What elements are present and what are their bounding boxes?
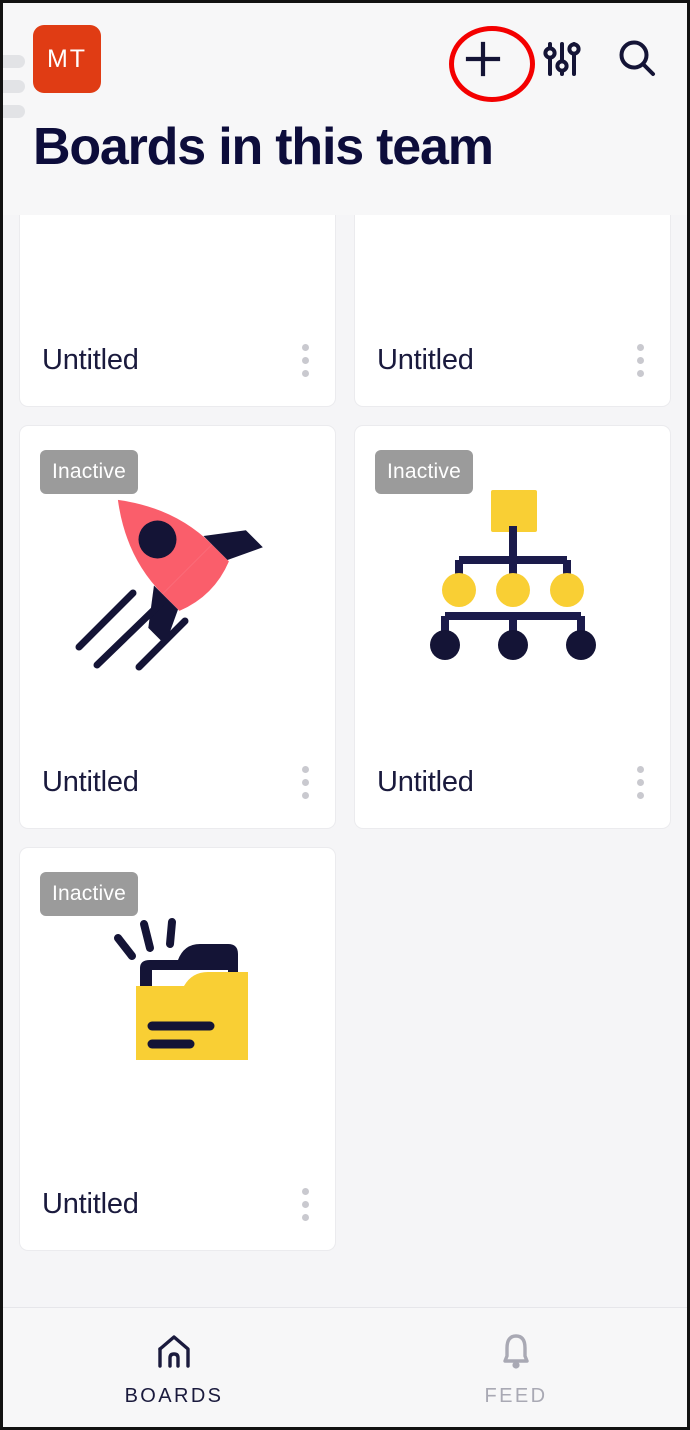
header-top-row: MT (21, 3, 669, 115)
nav-label-feed: FEED (484, 1384, 548, 1407)
folder-illustration (20, 848, 335, 1158)
add-board-button[interactable] (449, 26, 535, 102)
board-title: Untitled (42, 343, 139, 376)
board-title: Untitled (42, 765, 139, 798)
boards-grid-scroll[interactable]: Untitled Untitled Inactive Untitled Inac… (3, 215, 687, 1307)
board-card[interactable]: Inactive Untitled (19, 425, 336, 829)
boards-grid: Untitled Untitled Inactive Untitled Inac… (19, 215, 671, 1251)
board-card[interactable]: Inactive Untitled (19, 847, 336, 1251)
board-card-footer: Untitled (20, 736, 335, 828)
kebab-menu-icon[interactable] (298, 760, 313, 805)
rocket-illustration (20, 426, 335, 736)
board-card[interactable]: Untitled (19, 215, 336, 407)
board-thumbnail: Inactive (20, 426, 335, 736)
page-title: Boards in this team (33, 118, 494, 176)
board-title: Untitled (377, 343, 474, 376)
header-actions (449, 26, 661, 102)
sticky-note-illustration (355, 215, 670, 314)
bell-icon (503, 1333, 529, 1369)
sliders-icon[interactable] (539, 36, 585, 82)
board-card[interactable]: Untitled (354, 215, 671, 407)
board-thumbnail (20, 215, 335, 314)
kebab-menu-icon[interactable] (633, 338, 648, 383)
nav-item-feed[interactable]: FEED (345, 1308, 687, 1427)
kebab-menu-icon[interactable] (633, 760, 648, 805)
plus-icon (465, 41, 501, 77)
board-thumbnail: Inactive (355, 426, 670, 736)
search-icon[interactable] (613, 35, 661, 83)
nav-item-boards[interactable]: BOARDS (3, 1308, 345, 1427)
cursor-leaf-illustration (20, 215, 335, 314)
board-card-footer: Untitled (355, 314, 670, 406)
home-icon (158, 1334, 190, 1368)
avatar[interactable]: MT (33, 25, 101, 93)
board-title: Untitled (377, 765, 474, 798)
org-chart-illustration (355, 426, 670, 736)
nav-label-boards: BOARDS (124, 1384, 224, 1407)
app-screen: MT Boards in this team Untitled Untitled… (0, 0, 690, 1430)
board-card-footer: Untitled (355, 736, 670, 828)
board-title: Untitled (42, 1187, 139, 1220)
kebab-menu-icon[interactable] (298, 338, 313, 383)
app-header: MT Boards in this team (3, 3, 687, 215)
kebab-menu-icon[interactable] (298, 1182, 313, 1227)
board-card-footer: Untitled (20, 1158, 335, 1250)
board-card[interactable]: Inactive Untitled (354, 425, 671, 829)
board-card-footer: Untitled (20, 314, 335, 406)
bottom-navigation: BOARDS FEED (3, 1307, 687, 1427)
board-thumbnail: Inactive (20, 848, 335, 1158)
board-thumbnail (355, 215, 670, 314)
